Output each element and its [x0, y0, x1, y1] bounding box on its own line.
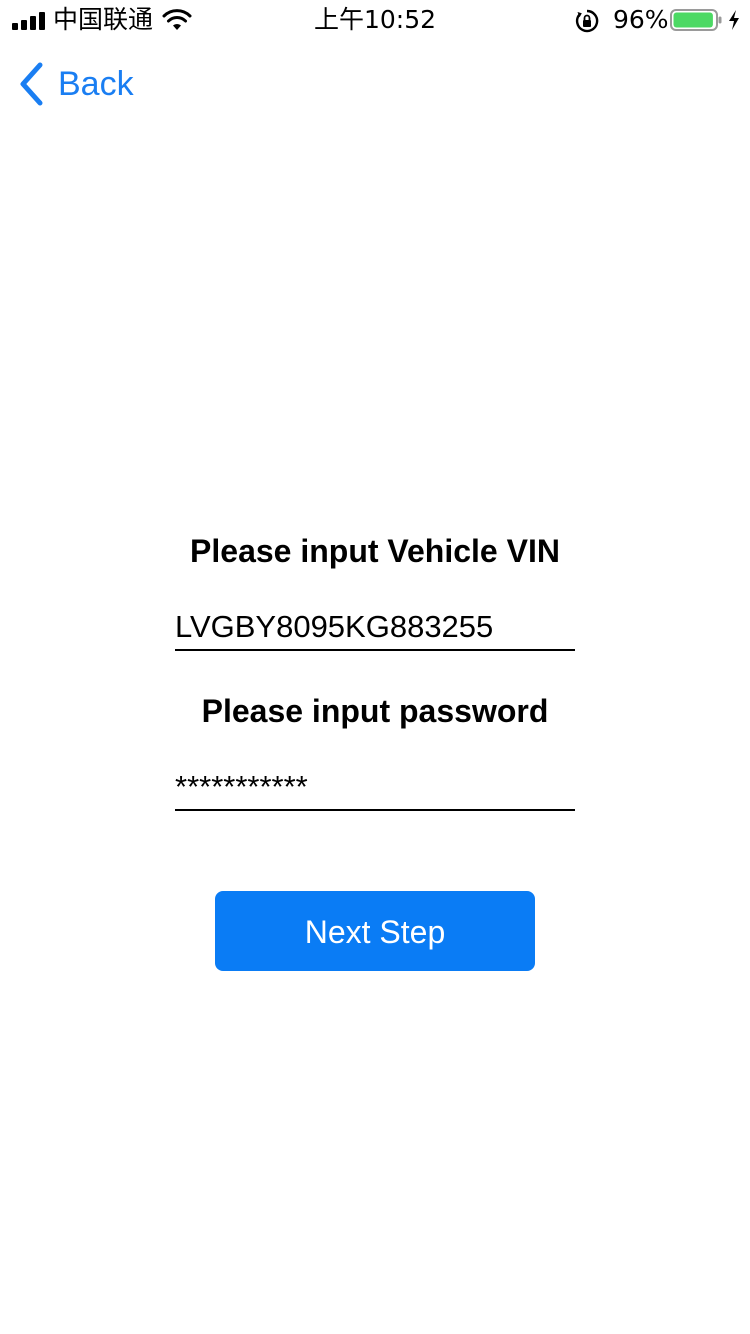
next-step-button[interactable]: Next Step — [215, 891, 535, 971]
battery-percent: 96% — [613, 5, 669, 34]
chevron-left-icon — [20, 62, 43, 106]
charging-icon — [729, 10, 739, 30]
back-button[interactable]: Back — [18, 60, 134, 108]
vin-label: Please input Vehicle VIN — [190, 533, 560, 569]
battery-icon — [670, 9, 722, 31]
rotation-lock-icon — [575, 9, 599, 33]
password-label: Please input password — [201, 693, 549, 729]
password-input[interactable] — [175, 765, 575, 811]
status-bar: 中国联通 上午10:52 96% — [0, 0, 750, 40]
back-label: Back — [58, 65, 134, 103]
vin-input[interactable] — [175, 605, 575, 651]
